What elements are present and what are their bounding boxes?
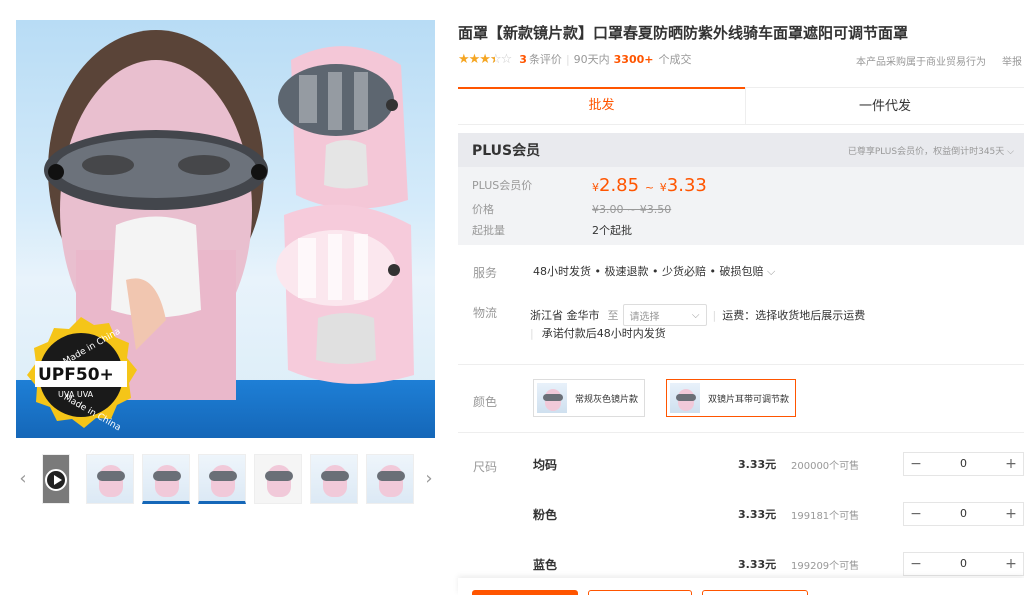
purchase-tabs: 批发 一件代发: [458, 87, 1024, 125]
quantity-stepper: − 0 +: [903, 552, 1024, 576]
size-stock: 200000个可售: [791, 461, 860, 472]
color-option-gray-lens[interactable]: 常规灰色镜片款: [533, 379, 646, 417]
price-row: 价格 ¥3.00 ~ ¥3.50: [472, 199, 671, 219]
thumb-image-2[interactable]: [142, 454, 190, 504]
logistics-row: 浙江省 金华市 至 请选择 ⌵ | 运费：选择收货地后展示运费: [530, 304, 865, 326]
review-count[interactable]: 3: [519, 53, 527, 66]
tab-dropship[interactable]: 一件代发: [745, 87, 1024, 125]
sales-count: 3300+: [613, 52, 654, 66]
freight-text: 运费：选择收货地后展示运费: [722, 309, 866, 322]
section-divider: [458, 432, 1024, 433]
sales-prefix: 90天内: [573, 53, 610, 66]
review-label[interactable]: 条评价: [529, 51, 562, 67]
promise-separator: |: [530, 327, 534, 340]
size-stock: 199181个可售: [791, 511, 860, 522]
plus-price-range: ¥2.85 ~ ¥3.33: [592, 174, 707, 196]
size-price: 3.33元: [738, 558, 777, 571]
price-label: 价格: [472, 203, 494, 216]
size-row: 蓝色 3.33元 199209个可售 − 0 +: [533, 552, 1024, 576]
size-name: 粉色: [533, 508, 558, 522]
original-price-range: ¥3.00 ~ ¥3.50: [592, 202, 672, 216]
plus-price-label: PLUS会员价: [472, 179, 533, 192]
badge-text-main: UPF50+: [38, 365, 114, 385]
service-list[interactable]: 48小时发货 • 极速退款 • 少货必赔 • 破损包赔 ⌵: [533, 263, 775, 279]
minus-icon[interactable]: −: [904, 553, 928, 575]
chevron-down-icon: ⌵: [766, 265, 776, 278]
logistics-separator: |: [712, 308, 717, 322]
color-swatch-image: [537, 383, 567, 413]
tab-wholesale[interactable]: 批发: [458, 87, 745, 125]
meta-separator: |: [565, 52, 570, 66]
thumb-image-3[interactable]: [198, 454, 246, 504]
size-name: 均码: [533, 458, 558, 472]
service-label: 服务: [473, 266, 498, 280]
add-to-cart-button[interactable]: [588, 590, 692, 595]
trade-notice-text: 本产品采购属于商业贸易行为: [856, 57, 986, 68]
quantity-stepper: − 0 +: [903, 502, 1024, 526]
play-icon: [45, 469, 67, 491]
minus-icon[interactable]: −: [904, 453, 928, 475]
logistics-label: 物流: [473, 306, 498, 320]
delivery-promise: | 承诺付款后48小时内发货: [530, 327, 666, 340]
thumb-image-4[interactable]: [254, 454, 302, 504]
trade-notice: 本产品采购属于商业贸易行为 举报: [856, 53, 1024, 68]
plus-price-row: PLUS会员价 ¥2.85 ~ ¥3.33: [472, 174, 707, 196]
rating-stars-icon[interactable]: ★★★☆★☆: [458, 52, 512, 67]
to-label: 至: [607, 309, 619, 322]
plus-title: PLUS会员: [472, 143, 541, 159]
chevron-down-icon: ⌵: [1007, 147, 1014, 157]
color-swatch-image: [670, 383, 700, 413]
origin-location: 浙江省 金华市: [530, 309, 600, 322]
size-price: 3.33元: [738, 458, 777, 471]
thumb-image-1[interactable]: [86, 454, 134, 504]
thumb-prev-icon[interactable]: ‹: [16, 452, 30, 506]
plus-note[interactable]: 已尊享PLUS会员价，权益倒计时345天 ⌵: [848, 144, 1014, 157]
plus-icon[interactable]: +: [999, 503, 1023, 525]
product-title: 面罩【新款镜片款】口罩春夏防晒防紫外线骑车面罩遮阳可调节面罩: [458, 24, 909, 42]
report-link[interactable]: 举报: [1002, 57, 1022, 68]
product-meta-row: ★★★☆★☆ 3 条评价 | 90天内 3300+ 个成交: [458, 51, 692, 67]
plus-icon[interactable]: +: [999, 553, 1023, 575]
size-row: 均码 3.33元 200000个可售 − 0 +: [533, 452, 1024, 476]
plus-icon[interactable]: +: [999, 453, 1023, 475]
price-box: PLUS会员 已尊享PLUS会员价，权益倒计时345天 ⌵ PLUS会员价 ¥2…: [458, 133, 1024, 245]
thumb-image-5[interactable]: [310, 454, 358, 504]
plus-header: PLUS会员 已尊享PLUS会员价，权益倒计时345天 ⌵: [458, 133, 1024, 167]
thumb-video[interactable]: [42, 454, 70, 504]
sales-suffix: 个成交: [658, 53, 692, 66]
quantity-stepper: − 0 +: [903, 452, 1024, 476]
minus-icon[interactable]: −: [904, 503, 928, 525]
size-name: 蓝色: [533, 558, 558, 572]
size-price: 3.33元: [738, 508, 777, 521]
purchase-action-bar: [458, 578, 1024, 595]
thumb-next-icon[interactable]: ›: [422, 452, 436, 506]
dropship-button[interactable]: [702, 590, 808, 595]
quantity-input[interactable]: 0: [928, 553, 999, 575]
moq-label: 起批量: [472, 224, 505, 237]
quantity-input[interactable]: 0: [928, 503, 999, 525]
order-button[interactable]: [472, 590, 578, 595]
moq-row: 起批量 2个起批: [472, 220, 632, 240]
thumbnail-strip: ‹ ›: [16, 452, 436, 506]
quantity-input[interactable]: 0: [928, 453, 999, 475]
section-divider: [458, 364, 1024, 365]
color-label: 颜色: [473, 395, 498, 409]
color-option-double-lens[interactable]: 双镜片耳带可调节款: [666, 379, 797, 417]
moq-value: 2个起批: [592, 224, 632, 237]
size-row: 粉色 3.33元 199181个可售 − 0 +: [533, 502, 1024, 526]
size-stock: 199209个可售: [791, 561, 860, 572]
destination-select[interactable]: 请选择 ⌵: [622, 304, 707, 326]
main-product-image[interactable]: Made in China UPF50+ UVA UVA Made in Chi…: [16, 20, 435, 438]
chevron-down-icon: ⌵: [691, 309, 700, 321]
thumb-image-6[interactable]: [366, 454, 414, 504]
size-label: 尺码: [473, 460, 498, 474]
